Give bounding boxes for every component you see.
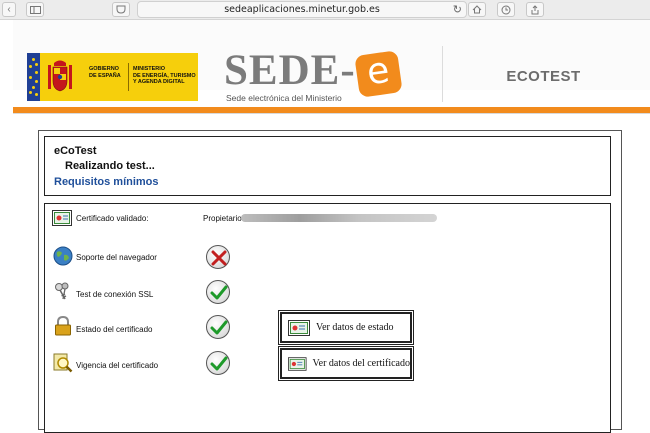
- address-bar[interactable]: sedeaplicaciones.minetur.gob.es ↻: [137, 1, 467, 18]
- owner-value-redacted: [241, 214, 437, 222]
- owner-label: Propietario:: [203, 214, 244, 223]
- back-button[interactable]: ‹: [2, 2, 16, 17]
- ministry-line-3: Y AGENDA DIGITAL: [133, 79, 185, 85]
- chevron-left-icon: ‹: [7, 4, 11, 15]
- reload-icon[interactable]: ↻: [453, 3, 462, 16]
- view-certificate-data-button[interactable]: Ver datos del certificado: [278, 346, 414, 381]
- certificate-validated-label: Certificado validado:: [76, 214, 149, 223]
- government-logo: GOBIERNO DE ESPAÑA MINISTERIO DE ENERGÍA…: [27, 53, 198, 101]
- fail-status: [206, 245, 230, 269]
- sidebar-button[interactable]: [26, 2, 44, 17]
- green-check-icon: [210, 320, 228, 335]
- pocket-button[interactable]: [112, 2, 130, 17]
- shield-icon: [116, 5, 126, 14]
- eu-flag: [27, 53, 40, 101]
- view-certificate-data-label: Ver datos del certificado: [312, 358, 410, 369]
- certificate-validity-label: Vigencia del certificado: [76, 361, 159, 370]
- ok-status: [206, 315, 230, 339]
- magnifier-certificate-icon: [53, 353, 73, 373]
- home-icon: [472, 5, 482, 14]
- app-name: ECOTEST: [506, 68, 581, 85]
- share-icon: [531, 4, 539, 14]
- ssl-test-label: Test de conexión SSL: [76, 290, 154, 299]
- test-title-panel: eCoTest Realizando test... Requisitos mí…: [44, 136, 611, 196]
- header-bottom-line: [13, 113, 650, 114]
- view-status-data-label: Ver datos de estado: [316, 322, 394, 333]
- certificate-icon: [288, 319, 310, 336]
- ministry-label: MINISTERIO DE ENERGÍA, TURISMO Y AGENDA …: [133, 66, 197, 86]
- ok-status: [206, 351, 230, 375]
- gov-line-1: GOBIERNO: [89, 66, 119, 72]
- certificate-state-label: Estado del certificado: [76, 325, 153, 334]
- red-x-icon: [211, 250, 227, 266]
- panel-title: eCoTest: [54, 145, 97, 157]
- certificate-icon: [288, 356, 307, 371]
- sede-logo-text: SEDE-: [224, 47, 356, 94]
- keys-icon: [55, 282, 69, 300]
- green-check-icon: [210, 285, 228, 300]
- home-button[interactable]: [468, 2, 486, 17]
- requirements-link[interactable]: Requisitos mínimos: [54, 176, 159, 188]
- test-status-text: Realizando test...: [65, 160, 155, 172]
- view-status-data-button[interactable]: Ver datos de estado: [278, 310, 414, 345]
- globe-icon: [53, 246, 73, 266]
- padlock-icon: [55, 316, 71, 336]
- sede-subtitle: Sede electrónica del Ministerio: [226, 93, 342, 103]
- coat-of-arms-icon: [48, 60, 72, 92]
- government-label: GOBIERNO DE ESPAÑA: [89, 66, 121, 79]
- share-button[interactable]: [526, 2, 544, 17]
- history-button[interactable]: [497, 2, 515, 17]
- sidebar-icon: [29, 5, 41, 14]
- green-check-icon: [210, 356, 228, 371]
- browser-support-label: Soporte del navegador: [76, 253, 157, 262]
- url-text: sedeaplicaciones.minetur.gob.es: [224, 4, 380, 15]
- browser-toolbar: ‹ sedeaplicaciones.minetur.gob.es ↻: [0, 0, 650, 20]
- clock-icon: [501, 5, 511, 14]
- logo-divider: [128, 63, 129, 91]
- gov-line-2: DE ESPAÑA: [89, 72, 121, 79]
- sede-e-badge: e: [354, 50, 403, 98]
- ok-status: [206, 280, 230, 304]
- certificate-icon: [52, 210, 72, 226]
